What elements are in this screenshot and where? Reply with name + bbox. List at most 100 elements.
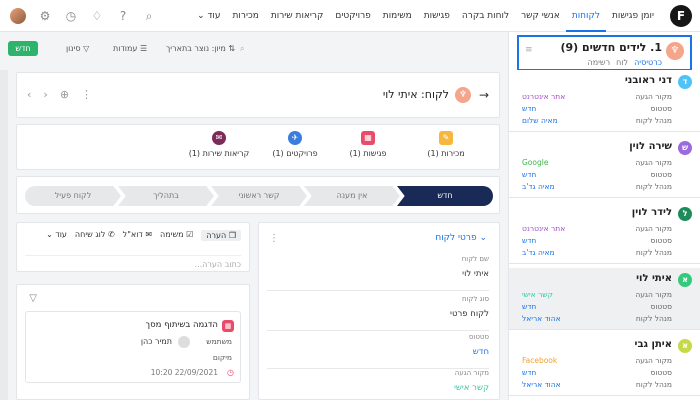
chevron-right-icon[interactable]: › (43, 88, 47, 101)
add-icon[interactable]: ⊕ (60, 88, 69, 101)
nav-item-sales[interactable]: מכירות (227, 0, 265, 32)
activity-feed: ▽ ▦ הדגמה בשיתוף מסך משתמש תמיר כהן מיקו… (16, 284, 250, 400)
lead-title: לקוח: איתי לוי (382, 88, 449, 101)
drag-handle-icon[interactable]: ≡ (525, 45, 533, 55)
calendar-icon: ▦ (361, 131, 375, 145)
search-icon[interactable]: ⌕ (142, 9, 156, 23)
note-input[interactable]: כתוב הערה... (25, 255, 241, 269)
lead-name: לידר לוין (631, 207, 672, 218)
source-value: Google (522, 158, 549, 167)
stage-first-contact[interactable]: קשר ראשוני (211, 186, 307, 206)
filter-button[interactable]: ▽ סינון (66, 44, 89, 53)
user-avatar[interactable] (10, 8, 26, 24)
lead-title-bar: → ♆ לקוח: איתי לוי ‹ › ⊕ ⋮ (16, 72, 500, 118)
list-header[interactable]: ♆ 1. לידים חדשים (9) ≡ כרטיסיה לוח רשימה (517, 35, 692, 71)
filter-icon[interactable]: ▽ (25, 293, 37, 305)
source-label: מקור הגעה (635, 224, 672, 233)
view-board[interactable]: לוח (616, 58, 628, 67)
nav-item-contacts[interactable]: אנשי קשר (515, 0, 566, 32)
related-records: ✎ מכירות (1) ▦ פגישות (1) ✈ פרויקטים (1)… (16, 124, 500, 170)
lead-card[interactable]: ל לידר לוין מקור הגעה אתר אינטרנט סטטוס חדש מנ… (509, 202, 700, 264)
field-status[interactable]: סטטוס חדש (267, 331, 489, 369)
sort-button[interactable]: ⇅ מיון: נוצר בתאריך (166, 44, 235, 53)
stat-meetings[interactable]: ▦ פגישות (1) (328, 131, 408, 158)
clock-icon[interactable]: ◷ (64, 9, 78, 23)
calendar-icon: ▦ (222, 320, 234, 332)
more-icon[interactable]: ⋮ (269, 233, 279, 244)
chevron-down-icon: ⌄ (197, 10, 205, 21)
field-customer-name[interactable]: שם לקוח איתי לוי (267, 253, 489, 291)
stage-no-answer[interactable]: אין מענה (304, 186, 400, 206)
source-label: מקור הגעה (635, 290, 672, 299)
service-icon: ✉ (212, 131, 226, 145)
record-nav: ‹ › ⊕ ⋮ (27, 88, 92, 101)
activity-card[interactable]: ▦ הדגמה בשיתוף מסך משתמש תמיר כהן מיקום … (25, 311, 241, 383)
tab-more[interactable]: עוד ⌄ (46, 230, 67, 241)
main-nav: יומן פגישות לקוחות אנשי קשר לוחות בקרה פ… (191, 0, 660, 32)
stage-new[interactable]: חדש (397, 186, 493, 206)
lead-name: שירה לוין (629, 141, 672, 152)
nav-item-meetings[interactable]: פגישות (418, 0, 456, 32)
field-source[interactable]: מקור הגעה קשר אישי (267, 367, 489, 400)
checkbox-icon: ☑ (186, 230, 194, 239)
lead-avatar: א (678, 273, 692, 287)
lead-card[interactable]: ש שירה לוין מקור הגעה Google סטטוס חדש מנהל לק… (509, 136, 700, 198)
tab-note[interactable]: ❒ הערה (201, 230, 241, 241)
tab-call-log[interactable]: ✆ לוג שיחה (75, 230, 115, 241)
status-label: סטטוס (650, 104, 672, 113)
status-value: חדש (522, 368, 537, 377)
source-value: אתר אינטרנט (522, 92, 566, 101)
settings-icon[interactable]: ⚙ (38, 9, 52, 23)
stat-service-calls[interactable]: ✉ קריאות שירות (1) (179, 131, 259, 158)
chevron-left-icon[interactable]: ‹ (27, 88, 31, 101)
nav-item-tasks[interactable]: משימות (377, 0, 418, 32)
tab-task[interactable]: ☑ משימה (160, 230, 193, 241)
status-value: חדש (522, 104, 537, 113)
view-list[interactable]: רשימה (587, 58, 610, 67)
sales-icon: ✎ (439, 131, 453, 145)
lead-avatar: א (678, 339, 692, 353)
lead-card[interactable]: א איתי לוי מקור הגעה קשר אישי סטטוס חדש מנהל ל… (509, 268, 700, 330)
details-header[interactable]: ⌄ פרטי לקוח (435, 233, 487, 243)
bell-icon[interactable]: ♢ (90, 9, 104, 23)
lead-name: איתי לוי (636, 273, 672, 284)
composer-tabs: ❒ הערה ☑ משימה ✉ דוא"ל ✆ לוג שיחה עוד ⌄ (46, 230, 241, 241)
nav-item-dashboards[interactable]: לוחות בקרה (456, 0, 515, 32)
nav-item-calendar[interactable]: יומן פגישות (606, 0, 660, 32)
nav-item-customers[interactable]: לקוחות (565, 0, 607, 32)
app-logo[interactable]: F (670, 4, 692, 27)
field-customer-type[interactable]: סוג לקוח לקוח פרטי (267, 293, 489, 331)
stat-sales[interactable]: ✎ מכירות (1) (406, 131, 486, 158)
stage-active-customer[interactable]: לקוח פעיל (25, 186, 121, 206)
phone-icon: ✆ (107, 230, 115, 239)
more-icon[interactable]: ⋮ (81, 88, 92, 101)
lead-card[interactable]: ד דני ראובני מקור הגעה אתר אינטרנט סטטוס חדש מ… (509, 70, 700, 132)
manager-label: מנהל לקוח (635, 314, 672, 323)
status-value: חדש (522, 170, 537, 179)
columns-button[interactable]: ☰ עמודות (113, 44, 147, 53)
stage-in-progress[interactable]: בתהליך (118, 186, 214, 206)
status-label: סטטוס (650, 236, 672, 245)
stat-projects[interactable]: ✈ פרויקטים (1) (255, 131, 335, 158)
arrow-right-icon[interactable]: → (479, 88, 489, 102)
lead-avatar: ש (678, 141, 692, 155)
columns-icon: ☰ (139, 44, 148, 53)
status-value: חדש (522, 302, 537, 311)
top-bar: F יומן פגישות לקוחות אנשי קשר לוחות בקרה… (0, 0, 700, 32)
manager-value: מאיה גד'ב (522, 248, 555, 257)
nav-item-projects[interactable]: פרויקטים (329, 0, 376, 32)
source-label: מקור הגעה (635, 158, 672, 167)
help-icon[interactable]: ? (116, 9, 130, 23)
nav-item-more[interactable]: עוד ⌄ (191, 0, 226, 32)
view-cards[interactable]: כרטיסיה (634, 58, 662, 67)
status-value: חדש (522, 236, 537, 245)
new-button[interactable]: חדש (8, 41, 38, 56)
tab-email[interactable]: ✉ דוא"ל (123, 230, 152, 241)
bookmark-icon: ❒ (228, 231, 236, 240)
nav-item-service-calls[interactable]: קריאות שירות (265, 0, 330, 32)
lead-name: דני ראובני (624, 75, 672, 86)
lead-card[interactable]: א איתן גבי מקור הגעה Facebook סטטוס חדש מנהל ל… (509, 334, 700, 396)
scrollbar[interactable] (0, 70, 8, 400)
user-label: משתמש (206, 337, 232, 346)
search-icon[interactable]: ⌕ (240, 44, 244, 54)
